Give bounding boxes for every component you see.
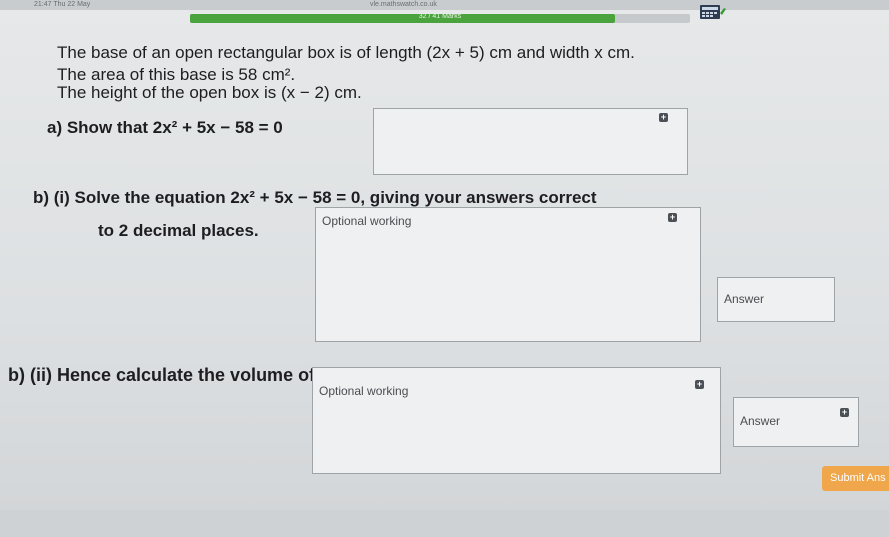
- part-bi-working-box[interactable]: Optional working +: [315, 207, 701, 342]
- status-time: 21:47 Thu 22 May: [34, 1, 91, 8]
- part-bi-answer-box[interactable]: Answer: [717, 277, 835, 322]
- part-bii-answer-box[interactable]: Answer +: [733, 397, 859, 447]
- page-footer: [0, 510, 889, 537]
- answer-label: Answer: [724, 292, 765, 306]
- marks-progress-bar: 32 / 41 Marks: [190, 13, 690, 23]
- intro-line-1: The base of an open rectangular box is o…: [57, 43, 635, 62]
- page-url: vle.mathswatch.co.uk: [370, 1, 437, 8]
- part-a-label: a) Show that 2x² + 5x − 58 = 0: [47, 118, 283, 137]
- status-bar: 21:47 Thu 22 May vle.mathswatch.co.uk: [0, 0, 889, 10]
- part-bi-line-1: b) (i) Solve the equation 2x² + 5x − 58 …: [33, 188, 597, 207]
- answer-label: Answer: [740, 414, 781, 428]
- plus-icon[interactable]: +: [659, 113, 668, 122]
- intro-line-2: The area of this base is 58 cm².: [57, 65, 296, 84]
- plus-icon[interactable]: +: [840, 408, 849, 417]
- part-bii-working-box[interactable]: Optional working +: [312, 367, 721, 474]
- optional-working-label: Optional working: [319, 384, 409, 398]
- marks-progress-text: 32 / 41 Marks: [418, 13, 462, 20]
- calculator-icon[interactable]: [700, 5, 726, 20]
- submit-answer-button[interactable]: Submit Ans: [822, 466, 889, 491]
- plus-icon[interactable]: +: [695, 380, 704, 389]
- part-bi-line-2: to 2 decimal places.: [98, 221, 259, 240]
- optional-working-label: Optional working: [322, 214, 412, 228]
- plus-icon[interactable]: +: [668, 213, 677, 222]
- intro-line-3: The height of the open box is (x − 2) cm…: [57, 83, 362, 102]
- part-a-working-box[interactable]: +: [373, 108, 688, 175]
